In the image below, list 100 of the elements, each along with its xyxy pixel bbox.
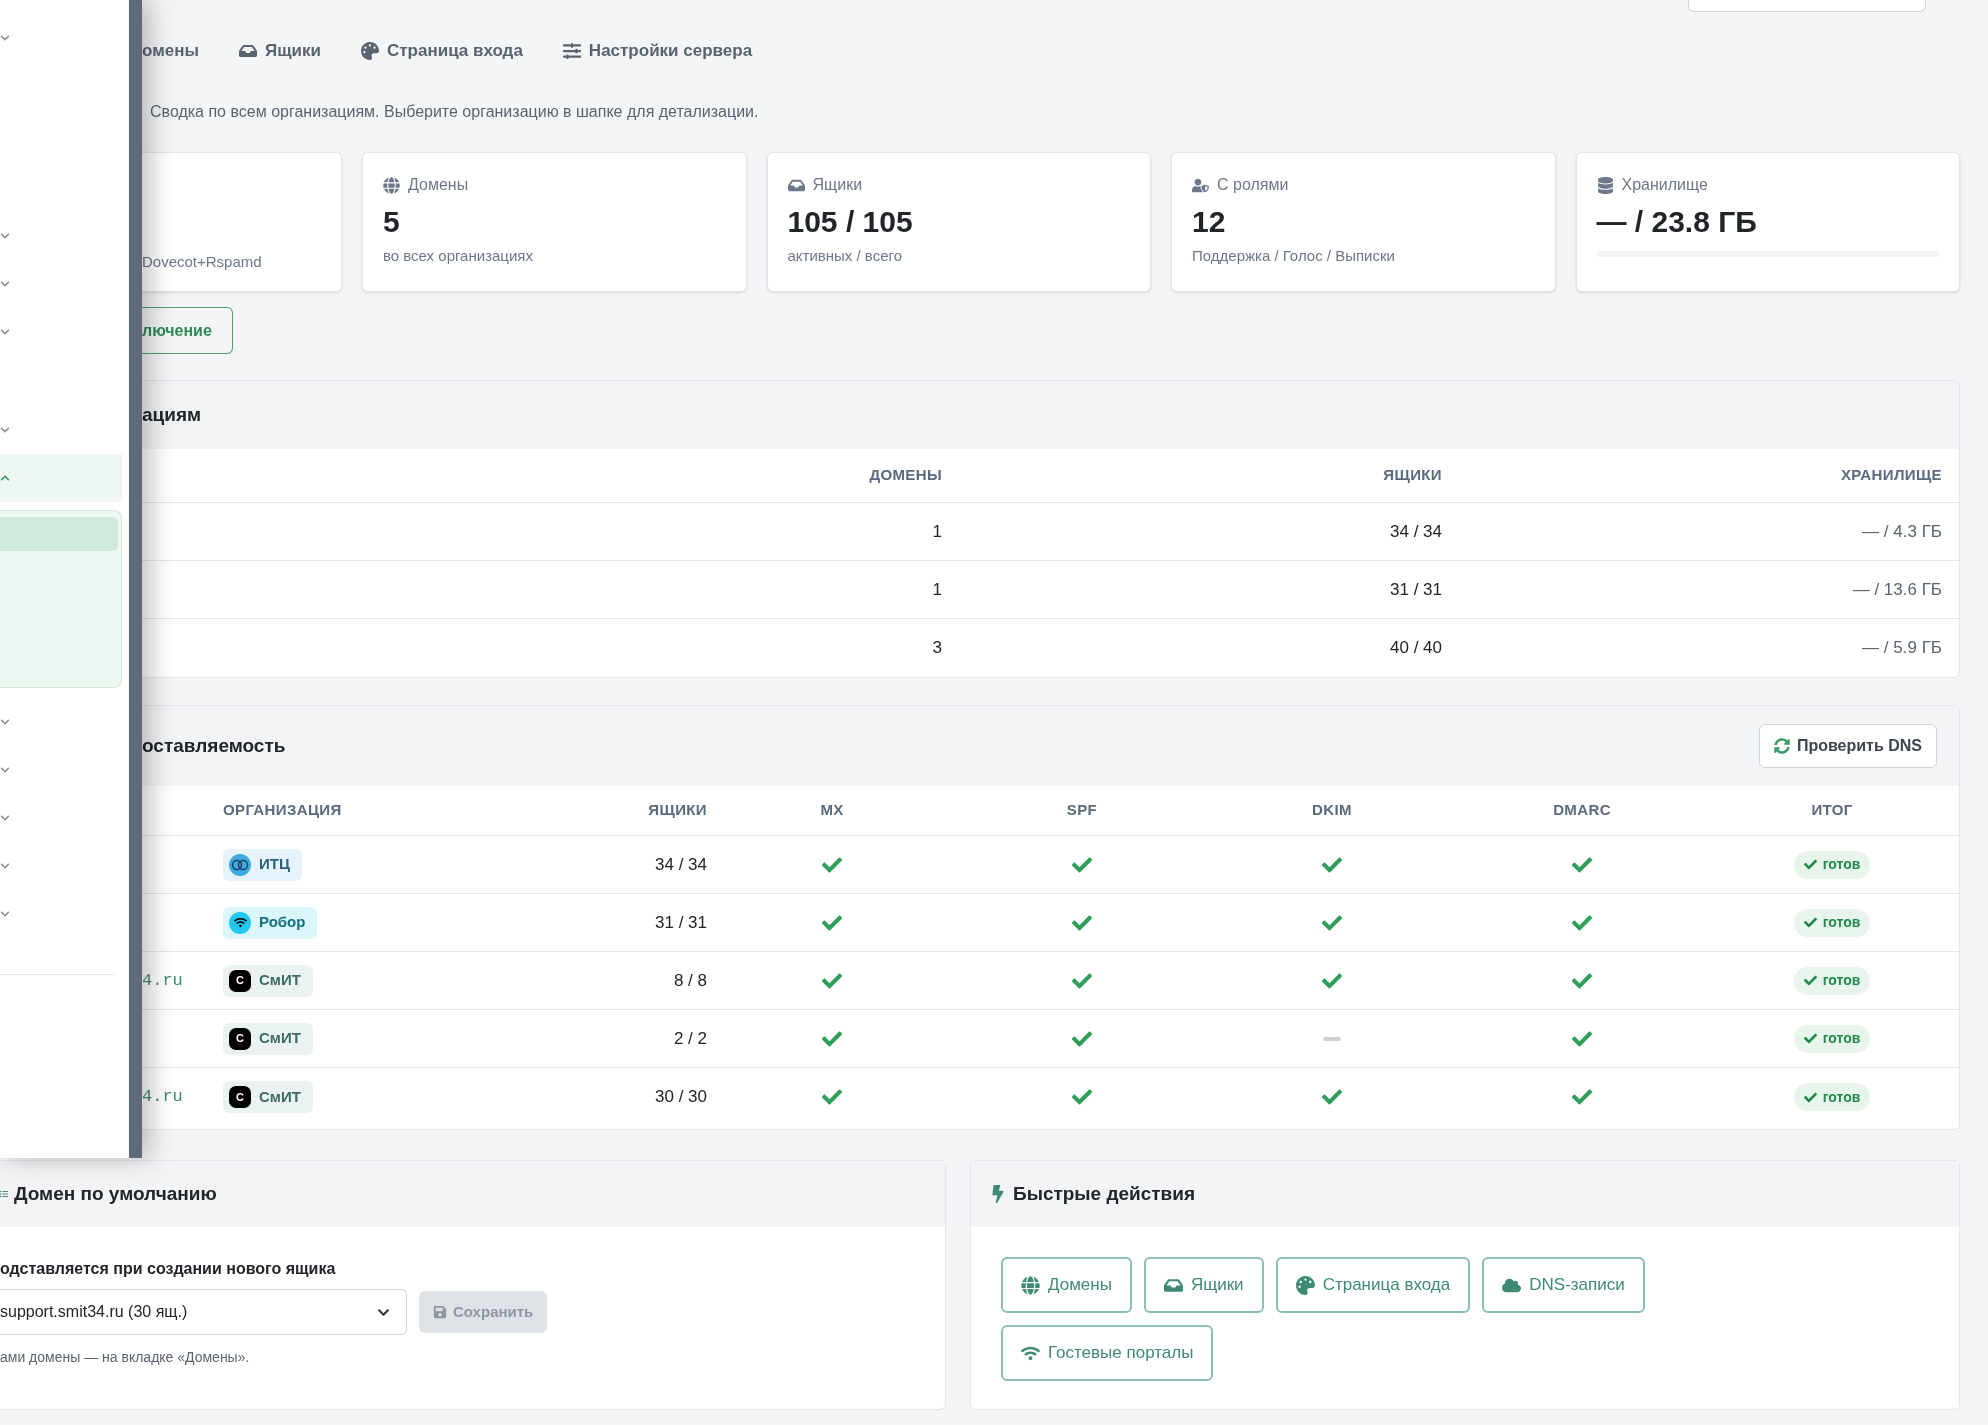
column-header: ЯЩИКИ [648, 800, 707, 821]
column-header: ИТОГ [1811, 800, 1853, 821]
table-cell-text: — / 4.3 ГБ [1862, 520, 1942, 543]
submenu-item[interactable] [0, 517, 118, 551]
sliders-icon [562, 42, 581, 60]
user-shield-icon [1192, 176, 1209, 194]
column-header: DKIM [1312, 800, 1352, 821]
emblem-icon [229, 853, 251, 876]
stat-value: 105 / 105 [787, 204, 914, 240]
organization-tag: ИТЦ [223, 848, 302, 881]
stat-label: Хранилище [1621, 175, 1708, 195]
chevron-down-icon [0, 813, 10, 823]
check-dns-button[interactable]: Проверить DNS [1758, 724, 1937, 768]
table-cell-text: 1 [932, 520, 942, 543]
quick-action-button[interactable]: Страница входа [1275, 1257, 1471, 1313]
palette-icon [360, 42, 379, 60]
panel-title: оставляемость [142, 733, 286, 758]
floppy-icon [433, 1305, 447, 1319]
inbox-icon [239, 42, 257, 60]
bolt-icon [991, 1185, 1005, 1203]
header-field[interactable] [1688, 0, 1926, 12]
panel-title: Быстрые действия [1013, 1181, 1196, 1206]
stat-note: Поддержка / Голос / Выписки [1192, 246, 1396, 266]
chevron-down-icon [0, 717, 10, 727]
check-icon [1803, 1090, 1817, 1104]
globe-icon [383, 176, 400, 194]
chevron-down-icon [0, 425, 10, 435]
domain-name: 4.ru [142, 1086, 183, 1109]
table-cell-text: 8 / 8 [673, 969, 707, 992]
table-cell-text: 40 / 40 [1390, 637, 1442, 660]
database-icon [1596, 176, 1614, 194]
stat-label: С ролями [1217, 175, 1289, 195]
palette-icon [1295, 1275, 1315, 1295]
organization-tag: C СмИТ [223, 964, 313, 997]
connect-button[interactable]: лючение [142, 307, 233, 354]
organization-tag: C СмИТ [223, 1022, 313, 1055]
chevron-down-icon [0, 33, 10, 43]
refresh-icon [1773, 738, 1790, 754]
drawer-group-row[interactable] [0, 454, 122, 502]
chevron-down-icon [0, 231, 10, 241]
table-cell-text: 3 [932, 637, 942, 660]
chevron-down-icon [0, 279, 10, 289]
column-header: MX [820, 800, 844, 821]
column-header: ЯЩИКИ [1383, 465, 1442, 486]
column-header: DMARC [1553, 800, 1611, 821]
chevron-down-icon [0, 909, 10, 919]
status-pill: готов [1793, 966, 1871, 995]
check-icon [1803, 858, 1817, 871]
stat-value: 12 [1192, 204, 1227, 240]
chevron-down-icon [0, 327, 10, 337]
logo-icon: C [229, 1027, 251, 1050]
quick-action-button[interactable]: Ящики [1143, 1257, 1264, 1313]
table-cell-text: 31 / 31 [655, 911, 707, 934]
status-pill: готов [1793, 1024, 1871, 1053]
chevron-down-icon [0, 765, 10, 775]
stat-note: активных / всего [787, 246, 903, 266]
logo-icon: C [229, 1086, 251, 1108]
nav-tab[interactable]: Страница входа [360, 38, 523, 64]
nav-tab[interactable]: омены [142, 38, 199, 64]
nav-tab[interactable]: Ящики [239, 38, 321, 64]
nav-tab[interactable]: Настройки сервера [562, 38, 753, 64]
quick-action-button[interactable]: DNS-записи [1482, 1257, 1645, 1313]
status-pill: готов [1793, 850, 1871, 879]
column-header: ХРАНИЛИЩЕ [1840, 465, 1942, 486]
table-cell-text: — / 5.9 ГБ [1862, 637, 1942, 660]
column-header: SPF [1066, 800, 1098, 821]
logo-icon: C [229, 969, 251, 992]
table-cell-text: 1 [932, 578, 942, 601]
status-pill: готов [1793, 1083, 1871, 1111]
table-cell-text: 30 / 30 [655, 1086, 707, 1109]
stat-label: Ящики [812, 175, 863, 195]
hint-text: ами домены — на вкладке «Домены». [0, 1348, 251, 1367]
chevron-up-icon [0, 473, 10, 483]
quick-action-button[interactable]: Домены [1001, 1257, 1132, 1313]
stat-label: Домены [408, 175, 469, 195]
page-description: Сводка по всем организациям. Выберите организацию в шапке для детализации. [150, 102, 760, 122]
table-cell-text: 2 / 2 [673, 1027, 707, 1050]
check-icon [1803, 916, 1817, 929]
globe-icon [1021, 1275, 1040, 1295]
column-header: ОРГАНИЗАЦИЯ [223, 800, 342, 821]
check-icon [1803, 1032, 1817, 1045]
domain-name: 4.ru [142, 969, 183, 992]
panel-title: Домен по умолчанию [14, 1181, 217, 1206]
status-pill: готов [1793, 908, 1871, 937]
column-header: ДОМЕНЫ [869, 465, 942, 486]
panel-title: ациям [142, 402, 202, 427]
table-cell-text: 34 / 34 [1390, 520, 1442, 543]
stat-value: 5 [383, 204, 401, 240]
wifi-icon [229, 911, 251, 934]
table-cell-text: — / 13.6 ГБ [1852, 578, 1942, 601]
field-label: одставляется при создании нового ящика [0, 1259, 337, 1279]
stat-value: — / 23.8 ГБ [1596, 204, 1758, 240]
stat-note: во всех организациях [383, 246, 534, 266]
stat-note: Dovecot+Rspamd [142, 251, 263, 272]
domain-select[interactable]: support.smit34.ru (30 ящ.) [0, 1289, 407, 1335]
chevron-down-icon [0, 861, 10, 871]
organization-tag: C СмИТ [223, 1081, 313, 1113]
organization-tag: Робор [223, 906, 318, 939]
quick-action-button[interactable]: Гостевые порталы [1001, 1325, 1214, 1381]
table-cell-text: 31 / 31 [1390, 578, 1442, 601]
